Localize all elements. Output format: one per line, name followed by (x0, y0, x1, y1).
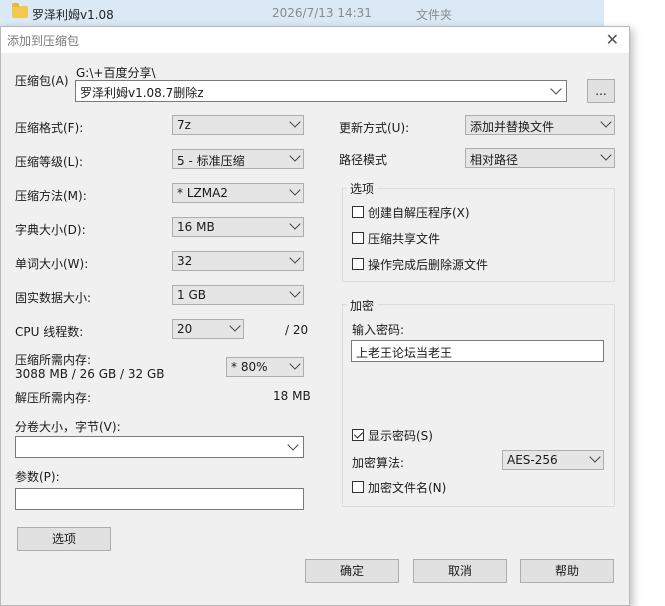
delete-source-label[interactable]: 操作完成后删除源文件 (368, 256, 488, 273)
update-label: 更新方式(U): (339, 121, 410, 135)
cancel-button[interactable]: 取消 (413, 559, 507, 583)
update-select[interactable]: 添加并替换文件 (465, 115, 615, 135)
options-group-title: 选项 (347, 180, 378, 197)
word-label: 单词大小(W): (15, 257, 89, 271)
folder-icon (12, 3, 28, 18)
options-button[interactable]: 选项 (17, 527, 111, 551)
dict-label: 字典大小(D): (15, 223, 86, 237)
mem-percent-select[interactable]: * 80% (226, 357, 304, 377)
password-value: 上老王论坛当老王 (356, 346, 453, 360)
sfx-checkbox[interactable] (352, 206, 364, 218)
level-value: 5 - 标准压缩 (177, 154, 245, 168)
sfx-label[interactable]: 创建自解压程序(X) (368, 204, 470, 221)
format-select[interactable]: 7z (172, 115, 304, 135)
show-password-checkbox[interactable] (352, 429, 364, 441)
dict-select[interactable]: 16 MB (172, 217, 304, 237)
chevron-down-icon (289, 252, 301, 264)
chevron-down-icon (287, 439, 299, 451)
file-name: 罗泽利姆v1.08 (32, 8, 114, 22)
format-label: 压缩格式(F): (15, 121, 84, 135)
cpu-total: / 20 (285, 323, 309, 337)
help-button[interactable]: 帮助 (520, 559, 614, 583)
cpu-select[interactable]: 20 (172, 319, 244, 339)
delete-source-checkbox[interactable] (352, 258, 364, 270)
encryption-method-select[interactable]: AES-256 (502, 450, 604, 470)
file-date: 2026/7/13 14:31 (272, 6, 372, 20)
mem-comp-detail: 3088 MB / 26 GB / 32 GB (15, 367, 165, 381)
chevron-down-icon (589, 451, 601, 463)
path-mode-value: 相对路径 (470, 153, 519, 167)
level-select[interactable]: 5 - 标准压缩 (172, 149, 304, 169)
chevron-down-icon (289, 184, 301, 196)
word-value: 32 (177, 254, 193, 268)
cpu-label: CPU 线程数: (15, 325, 84, 339)
method-value: * LZMA2 (177, 186, 228, 200)
params-label: 参数(P): (15, 470, 60, 484)
params-input[interactable] (15, 488, 304, 510)
solid-select[interactable]: 1 GB (172, 285, 304, 305)
solid-label: 固实数据大小: (15, 291, 92, 305)
level-label: 压缩等级(L): (15, 155, 84, 169)
shared-files-label[interactable]: 压缩共享文件 (368, 230, 440, 247)
close-icon[interactable]: ✕ (606, 30, 619, 49)
chevron-down-icon (229, 320, 241, 332)
title-bar: 添加到压缩包 ✕ (1, 27, 629, 53)
method-select[interactable]: * LZMA2 (172, 183, 304, 203)
encryption-group-title: 加密 (347, 297, 378, 314)
mem-decomp-value: 18 MB (273, 389, 311, 403)
mem-decomp-label: 解压所需内存: (15, 391, 92, 405)
file-list-row[interactable]: 罗泽利姆v1.08 2026/7/13 14:31 文件夹 (0, 0, 604, 26)
file-type: 文件夹 (416, 8, 453, 22)
archive-label: 压缩包(A) (15, 74, 69, 88)
chevron-down-icon (289, 150, 301, 162)
chevron-down-icon (289, 218, 301, 230)
encrypt-names-checkbox[interactable] (352, 481, 364, 493)
word-select[interactable]: 32 (172, 251, 304, 271)
add-to-archive-dialog: 添加到压缩包 ✕ 压缩包(A) G:\+百度分享\ 罗泽利姆v1.08.7删除z… (0, 26, 630, 606)
volume-combo[interactable] (15, 436, 304, 458)
path-mode-select[interactable]: 相对路径 (465, 148, 615, 168)
chevron-down-icon (289, 286, 301, 298)
mem-comp-label: 压缩所需内存: (15, 353, 92, 367)
chevron-down-icon (600, 149, 612, 161)
show-password-label[interactable]: 显示密码(S) (368, 427, 433, 444)
shared-files-checkbox[interactable] (352, 232, 364, 244)
chevron-down-icon (289, 358, 301, 370)
volume-label: 分卷大小，字节(V): (15, 420, 121, 434)
browse-button[interactable]: ... (587, 79, 615, 103)
dict-value: 16 MB (177, 220, 215, 234)
path-mode-label: 路径模式 (339, 153, 388, 167)
method-label: 压缩方法(M): (15, 189, 87, 203)
ok-button[interactable]: 确定 (305, 559, 399, 583)
encrypt-names-label[interactable]: 加密文件名(N) (368, 479, 446, 496)
chevron-down-icon (600, 116, 612, 128)
password-label: 输入密码: (352, 323, 405, 337)
encryption-method-label: 加密算法: (352, 456, 405, 470)
chevron-down-icon (289, 116, 301, 128)
cpu-value: 20 (177, 322, 193, 336)
format-value: 7z (177, 118, 191, 132)
update-value: 添加并替换文件 (470, 120, 555, 134)
password-input[interactable]: 上老王论坛当老王 (351, 340, 604, 362)
archive-name-combo[interactable]: 罗泽利姆v1.08.7删除z (75, 80, 567, 102)
archive-path: G:\+百度分享\ (76, 66, 156, 80)
dialog-title: 添加到压缩包 (7, 34, 80, 48)
archive-name-value: 罗泽利姆v1.08.7删除z (80, 86, 204, 100)
chevron-down-icon (550, 83, 562, 95)
mem-percent-value: * 80% (231, 360, 268, 374)
encryption-method-value: AES-256 (507, 453, 558, 467)
solid-value: 1 GB (177, 288, 206, 302)
